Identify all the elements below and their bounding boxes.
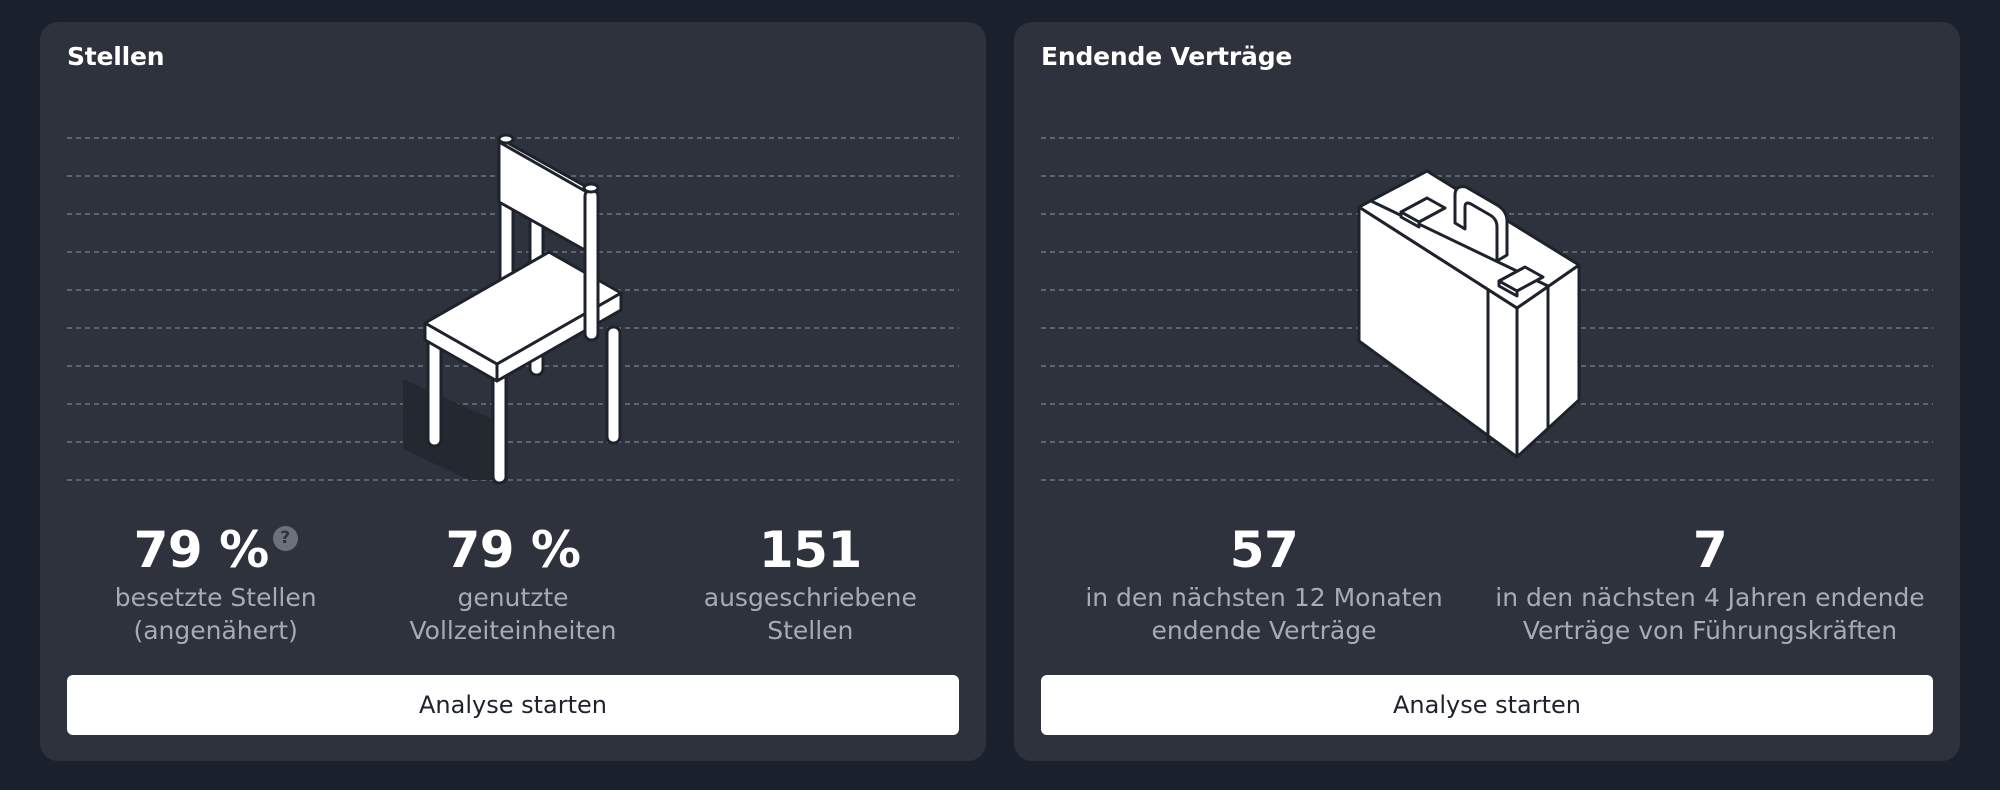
card-stellen: Stellen 79 % ? besetzte Stellen (angenäh… — [40, 22, 986, 761]
card-title: Endende Verträge — [1041, 42, 1293, 71]
dashboard: Stellen 79 % ? besetzte Stellen (angenäh… — [0, 0, 2000, 790]
stats-row: 79 %? besetzte Stellen (angenähert) 79 %… — [67, 517, 959, 657]
card-endende-vertraege: Endende Verträge 57 in den nächsten 12 M… — [1014, 22, 1960, 761]
stat-endende-vertraege-12-monate: 57 in den nächsten 12 Monaten endende Ve… — [1041, 517, 1487, 657]
briefcase-illustration — [1041, 115, 1933, 485]
stat-value: 79 % — [445, 521, 581, 579]
analyse-starten-button[interactable]: Analyse starten — [67, 675, 959, 735]
stat-label-line: endende Verträge — [1151, 616, 1377, 645]
stat-label: in den nächsten 12 Monaten endende Vertr… — [1041, 581, 1487, 647]
stat-genutzte-vollzeiteinheiten: 79 % genutzte Vollzeiteinheiten — [364, 517, 661, 657]
stat-ausgeschriebene-stellen: 151 ausgeschriebene Stellen — [662, 517, 959, 657]
stat-value: 151 — [758, 521, 862, 579]
chair-illustration — [67, 115, 959, 485]
chair-icon — [67, 133, 959, 485]
stat-endende-vertraege-fuehrungskraefte: 7 in den nächsten 4 Jahren endende Vertr… — [1487, 517, 1933, 657]
stat-label-line: (angenähert) — [133, 616, 298, 645]
stat-value: 7 — [1692, 521, 1728, 579]
stat-label-line: besetzte Stellen — [114, 583, 317, 612]
help-icon[interactable]: ? — [272, 526, 298, 551]
stat-value-text: 79 % — [133, 521, 270, 579]
stat-label: besetzte Stellen (angenähert) — [67, 581, 364, 647]
stat-label: genutzte Vollzeiteinheiten — [364, 581, 661, 647]
stats-row: 57 in den nächsten 12 Monaten endende Ve… — [1041, 517, 1933, 657]
analyse-starten-button[interactable]: Analyse starten — [1041, 675, 1933, 735]
card-title: Stellen — [67, 42, 165, 71]
stat-besetzte-stellen: 79 %? besetzte Stellen (angenähert) — [67, 517, 364, 657]
stat-label-line: Vollzeiteinheiten — [409, 616, 617, 645]
stat-label-line: genutzte — [457, 583, 569, 612]
briefcase-icon — [1041, 137, 1933, 481]
stat-value: 79 %? — [67, 517, 364, 583]
stat-label: ausgeschriebene Stellen — [662, 581, 959, 647]
stat-label-line: in den nächsten 4 Jahren endende — [1495, 583, 1925, 612]
stat-value: 57 — [1229, 521, 1299, 579]
stat-label: in den nächsten 4 Jahren endende Verträg… — [1487, 581, 1933, 647]
stat-label-line: in den nächsten 12 Monaten — [1085, 583, 1443, 612]
stat-label-line: Stellen — [767, 616, 854, 645]
stat-label-line: ausgeschriebene — [703, 583, 917, 612]
stat-label-line: Verträge von Führungskräften — [1522, 616, 1898, 645]
